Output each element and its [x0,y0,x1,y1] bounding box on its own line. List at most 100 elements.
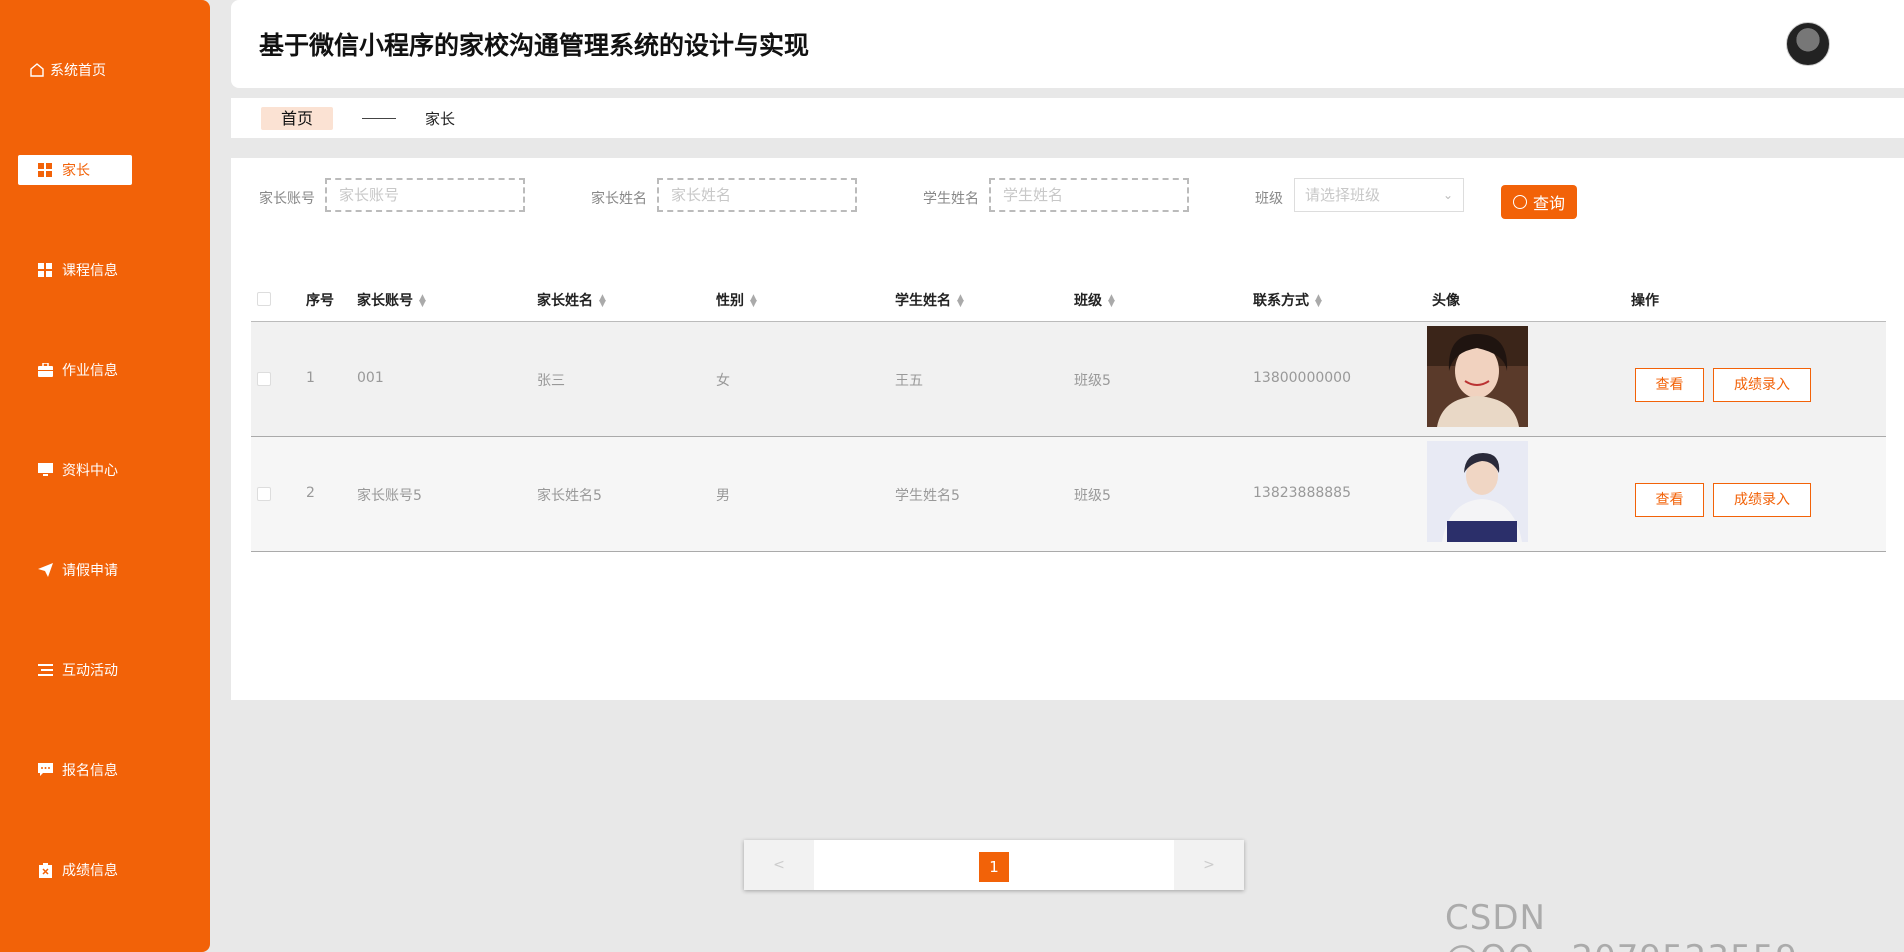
chat-icon [36,761,54,779]
page-number-button[interactable]: 1 [979,852,1009,882]
sidebar-item-label: 家长 [62,163,90,179]
cell-name: 家长姓名5 [537,488,602,504]
table-header: 序号 家长账号 ▲ ▼ 家长姓名 ▲ ▼ 性别 ▲ ▼ 学生姓名 ▲ ▼ 班级 ▲ ▼ 联系方式 ▲ ▼… [251,276,1886,322]
watermark: CSDN @QQ__2079523559 [1445,898,1797,952]
col-name[interactable]: 家长姓名 ▲ ▼ [537,290,606,310]
col-gender[interactable]: 性别 ▲ ▼ [716,290,757,310]
sidebar-item-label: 系统首页 [50,63,106,79]
view-button[interactable]: 查看 [1635,483,1704,517]
sort-icon[interactable]: ▲ ▼ [419,294,426,309]
account-label: 家长账号 [259,191,315,207]
sidebar-item-leave[interactable]: 请假申请 [36,553,186,587]
sidebar-item-label: 报名信息 [62,763,118,779]
breadcrumb: 首页 家长 [231,98,1904,138]
select-all-checkbox[interactable] [257,292,271,306]
cell-student: 王五 [895,373,923,389]
prev-page-button[interactable]: < [744,840,814,890]
sidebar-item-label: 互动活动 [62,663,118,679]
sidebar-item-grades[interactable]: 成绩信息 [36,853,186,887]
grid-icon [36,161,54,179]
sidebar-item-parents[interactable]: 家长 [18,155,132,185]
sidebar-item-label: 成绩信息 [62,863,118,879]
sidebar-item-activities[interactable]: 互动活动 [36,653,186,687]
monitor-icon [36,461,54,479]
cell-gender: 男 [716,488,730,504]
student-search-input[interactable] [989,178,1189,212]
sort-icon[interactable]: ▲ ▼ [1315,294,1322,309]
sidebar-item-label: 请假申请 [62,563,118,579]
col-class-label: 班级 [1074,293,1102,309]
cell-account: 001 [357,370,384,386]
list-icon [36,661,54,679]
col-index: 序号 [306,293,334,309]
cell-index: 1 [306,370,315,386]
grade-entry-button[interactable]: 成绩录入 [1713,483,1811,517]
row-checkbox[interactable] [257,372,271,386]
col-student[interactable]: 学生姓名 ▲ ▼ [895,290,964,310]
sidebar-item-courses[interactable]: 课程信息 [36,253,186,287]
clipboard-icon [36,861,54,879]
class-select[interactable]: 请选择班级 ⌄ [1294,178,1464,212]
cell-account: 家长账号5 [357,488,422,504]
col-avatar: 头像 [1432,293,1460,309]
table-row: 2 家长账号5 家长姓名5 男 学生姓名5 班级5 13823888885 查看… [251,437,1886,552]
sidebar-item-home[interactable]: 系统首页 [28,53,178,87]
avatar-photo [1427,441,1528,542]
col-contact-label: 联系方式 [1253,293,1309,309]
cell-class: 班级5 [1074,373,1111,389]
sidebar-item-label: 课程信息 [62,263,118,279]
avatar-photo [1427,326,1528,427]
account-search-input[interactable] [325,178,525,212]
sidebar-item-label: 资料中心 [62,463,118,479]
col-account-label: 家长账号 [357,293,413,309]
cell-gender: 女 [716,373,730,389]
user-avatar[interactable] [1786,22,1830,66]
sidebar-item-label: 作业信息 [62,363,118,379]
home-icon [28,61,46,79]
next-page-button[interactable]: > [1174,840,1244,890]
grade-entry-button[interactable]: 成绩录入 [1713,368,1811,402]
content-panel: 家长账号 家长姓名 学生姓名 班级 请选择班级 ⌄ 查询 序号 家长账号 ▲▼ 家… [231,158,1904,700]
row-checkbox[interactable] [257,487,271,501]
col-account[interactable]: 家长账号 ▲ ▼ [357,290,426,310]
sort-icon[interactable]: ▲ ▼ [750,294,757,309]
view-button[interactable]: 查看 [1635,368,1704,402]
breadcrumb-separator [362,118,396,119]
briefcase-icon [36,361,54,379]
breadcrumb-home[interactable]: 首页 [261,107,333,130]
chevron-down-icon: ⌄ [1442,188,1453,202]
query-button[interactable]: 查询 [1501,185,1577,219]
sidebar-item-resources[interactable]: 资料中心 [36,453,186,487]
col-gender-label: 性别 [716,293,744,309]
breadcrumb-current: 家长 [425,110,456,128]
cell-contact: 13800000000 [1253,370,1351,386]
student-label: 学生姓名 [923,191,979,207]
sort-icon[interactable]: ▲ ▼ [957,294,964,309]
page-title: 基于微信小程序的家校沟通管理系统的设计与实现 [259,31,810,60]
name-search-input[interactable] [657,178,857,212]
sidebar-item-homework[interactable]: 作业信息 [36,353,186,387]
sort-icon[interactable]: ▲ ▼ [599,294,606,309]
header: 基于微信小程序的家校沟通管理系统的设计与实现 [231,0,1904,88]
class-select-placeholder: 请选择班级 [1305,186,1381,204]
sidebar-item-registration[interactable]: 报名信息 [36,753,186,787]
col-actions: 操作 [1631,293,1659,309]
cell-contact: 13823888885 [1253,485,1351,501]
cell-student: 学生姓名5 [895,488,960,504]
sort-icon[interactable]: ▲ ▼ [1108,294,1115,309]
col-class[interactable]: 班级 ▲ ▼ [1074,290,1115,310]
cell-name: 张三 [537,373,565,389]
pagination: < 1 > [744,840,1244,890]
send-icon [36,561,54,579]
cell-class: 班级5 [1074,488,1111,504]
grid-icon [36,261,54,279]
class-label: 班级 [1255,191,1283,207]
table-row: 1 001 张三 女 王五 班级5 13800000000 查看 成绩录入 [251,322,1886,437]
col-name-label: 家长姓名 [537,293,593,309]
parents-table: 序号 家长账号 ▲ ▼ 家长姓名 ▲ ▼ 性别 ▲ ▼ 学生姓名 ▲ ▼ 班级 ▲ ▼ 联系方式 ▲ ▼… [251,276,1886,552]
sidebar: 系统首页 家长 课程信息 作业信息 资料中心 请假申请 互动活动 报名信息 成绩… [0,0,210,952]
name-label: 家长姓名 [591,191,647,207]
col-contact[interactable]: 联系方式 ▲ ▼ [1253,290,1322,310]
cell-index: 2 [306,485,315,501]
col-student-label: 学生姓名 [895,293,951,309]
